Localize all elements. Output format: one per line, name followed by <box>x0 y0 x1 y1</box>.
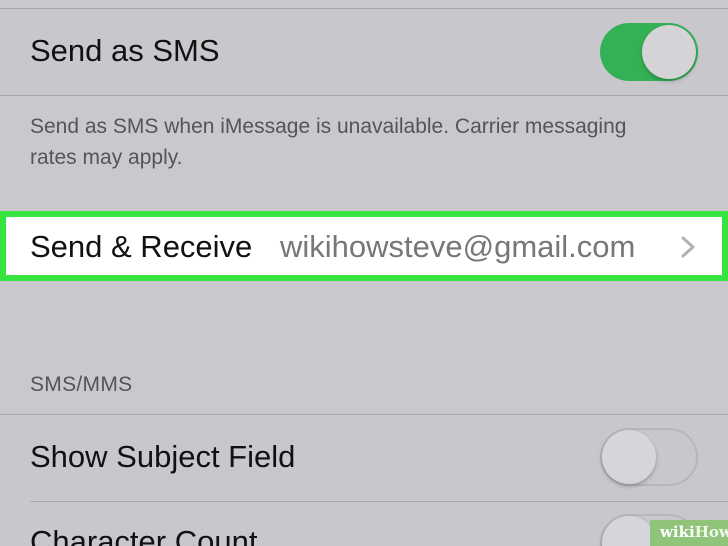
divider <box>0 95 728 96</box>
messages-settings-screen: Send as SMS Send as SMS when iMessage is… <box>0 0 728 546</box>
send-receive-label: Send & Receive <box>30 229 253 264</box>
character-count-row: Character Count <box>0 502 728 546</box>
sms-footer-note: Send as SMS when iMessage is unavailable… <box>30 115 627 169</box>
send-receive-value: wikihowsteve@gmail.com <box>280 229 636 264</box>
toggle-knob <box>642 25 696 79</box>
show-subject-field-toggle[interactable] <box>600 428 698 486</box>
show-subject-field-row: Show Subject Field <box>0 415 728 501</box>
watermark-wiki: wiki <box>660 523 695 541</box>
show-subject-field-label: Show Subject Field <box>30 439 296 474</box>
character-count-label: Character Count <box>30 524 258 546</box>
wikihow-watermark: wikiHow <box>650 520 728 546</box>
toggle-knob <box>602 430 656 484</box>
chevron-right-icon <box>681 236 695 258</box>
send-receive-row[interactable]: Send & Receive wikihowsteve@gmail.com <box>0 211 728 281</box>
watermark-how: How <box>694 523 728 541</box>
sms-mms-section-header: SMS/MMS <box>30 373 133 396</box>
send-as-sms-toggle[interactable] <box>600 23 698 81</box>
toggle-knob <box>602 516 656 546</box>
send-as-sms-row: Send as SMS <box>0 9 728 95</box>
send-as-sms-label: Send as SMS <box>30 33 220 68</box>
